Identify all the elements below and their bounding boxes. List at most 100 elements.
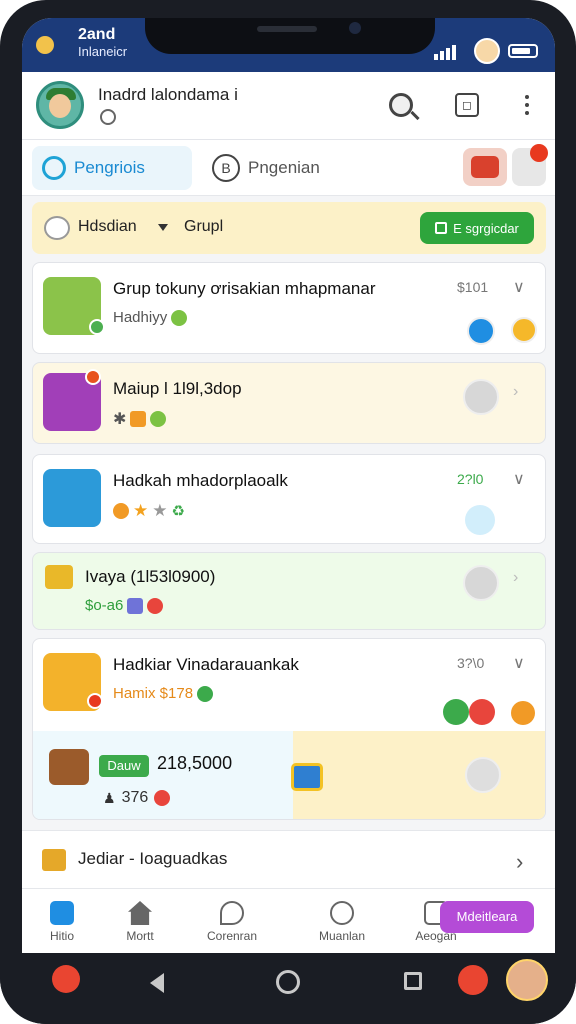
list-item-icons: ✱ (113, 409, 167, 429)
list-item-subtitle: Hadhiyy (113, 309, 188, 326)
list-item-title: Hadkah mhadorplaoalk (113, 471, 288, 490)
bottom-navigation: Hitio Mortt Corenran Muanlan Aeogan Mdei… (22, 888, 555, 953)
star-outline-icon: ✱ (113, 411, 127, 428)
status-avatar-icon (474, 38, 500, 64)
chevron-right-icon[interactable]: › (513, 569, 518, 587)
more-menu-button[interactable] (510, 88, 544, 122)
location-pin-icon[interactable] (52, 965, 80, 993)
record-icon[interactable] (469, 699, 495, 725)
subtitle-text: $o-a6 (85, 597, 124, 614)
coin-icon[interactable] (511, 317, 537, 343)
list-item-meta: 3?\0 (457, 655, 485, 671)
chevron-right-icon: › (516, 849, 524, 874)
avatar[interactable] (506, 959, 548, 1001)
filter-bar: Hdsdian Grupl E sgrgicdar (32, 202, 546, 254)
chevron-down-icon[interactable]: ∨ (513, 469, 525, 489)
reply-icon[interactable] (443, 699, 469, 725)
subtitle-text: Hamix $178 (113, 685, 194, 702)
nav-item-muanlan[interactable]: Muanlan (302, 895, 382, 943)
compose-button[interactable]: ◻ (450, 88, 484, 122)
frame-icon: ◻ (455, 93, 479, 117)
blue-gift-icon (291, 763, 323, 791)
chevron-down-icon[interactable]: ∨ (513, 653, 525, 673)
chevron-down-icon[interactable] (158, 224, 168, 231)
recent-apps-icon[interactable] (404, 972, 422, 990)
status-bar: 2and Inlaneicr (22, 18, 555, 72)
list-item[interactable]: Grup tokuny ơrisakian mhapmanar Hadhiyy … (32, 262, 546, 354)
list-item-title: Maiup l 1l9l,3dop (113, 379, 242, 398)
footer-link-row[interactable]: Jediar - Ioaguadkas › (22, 830, 555, 888)
primary-action-button[interactable]: Mdeitleara (440, 901, 534, 933)
person-icon: ♟ (103, 789, 116, 806)
location-pin-icon (42, 156, 66, 180)
play-toggle-button[interactable] (463, 565, 499, 601)
list-item[interactable]: Hadkah mhadorplaoalk ★ ★ ♻ 2?l0 ∨ (32, 454, 546, 544)
nav-label: Mortt (126, 929, 154, 943)
more-dots-icon (525, 95, 529, 115)
list-item-icons: ★ ★ ♻ (113, 501, 185, 521)
gift-box-icon[interactable] (463, 148, 507, 186)
nav-item-mortt[interactable]: Mortt (100, 895, 180, 943)
front-camera (349, 22, 361, 34)
avatar[interactable] (36, 81, 84, 129)
filter-dropdown[interactable]: Hdsdian (78, 218, 137, 236)
home-circle-icon[interactable] (276, 970, 300, 994)
gift-thumbnail (43, 469, 101, 527)
folder-icon (42, 849, 66, 871)
profile-name: Inadrd lalondama i (98, 85, 238, 104)
tab-label: Pengriois (74, 158, 145, 177)
nav-label: Corenran (206, 929, 258, 943)
hot-badge-icon (85, 369, 101, 385)
app-screen: 2and Inlaneicr Inadrd lalondama i ◻ Peng… (22, 18, 555, 953)
list-item-meta: $101 (457, 279, 489, 295)
flower-icon (44, 216, 70, 240)
amount-value: 218,5000 (157, 753, 233, 773)
shield-icon[interactable] (467, 317, 495, 345)
notification-icon[interactable] (458, 965, 488, 995)
tab-pengriois[interactable]: Pengriois (32, 146, 192, 190)
list-item-expanded[interactable]: Hadkiar Vinadarauankak Hamix $178 3?\0 ∨… (32, 638, 546, 820)
speaker-grille (257, 26, 317, 32)
play-toggle-button[interactable] (463, 379, 499, 415)
yellow-box-icon (43, 563, 77, 593)
back-icon[interactable] (150, 973, 164, 993)
list-item-title: Grup tokuny ơrisakian mhapmanar (113, 279, 376, 298)
red-dot-icon (147, 597, 164, 614)
list-item-subtitle: Hamix $178 (113, 685, 214, 702)
list-item[interactable]: Ivaya (1l53l0900) $o-a6 › (32, 552, 546, 630)
list-item[interactable]: Maiup l 1l9l,3dop ✱ › (32, 362, 546, 444)
count-value: 376 (121, 789, 149, 806)
camera-icon (50, 901, 74, 925)
person-icon (330, 901, 354, 925)
filter-group-label[interactable]: Grupl (184, 218, 223, 236)
recycle-icon: ♻ (171, 503, 185, 520)
nav-item-hitio[interactable]: Hitio (22, 895, 102, 943)
nav-label: Hitio (49, 929, 74, 943)
home-icon (128, 901, 152, 925)
search-icon (389, 93, 413, 117)
nav-label: Muanlan (318, 929, 366, 943)
status-subtext: Inlaneicr (78, 44, 128, 59)
refresh-icon[interactable] (465, 505, 495, 535)
search-button[interactable] (384, 88, 418, 122)
battery-icon (508, 44, 538, 58)
tab-pngenian[interactable]: B Pngenian (202, 146, 352, 190)
add-group-button[interactable]: E sgrgicdar (420, 212, 534, 244)
star-badge-icon[interactable] (511, 701, 535, 725)
play-toggle-button[interactable] (465, 757, 501, 793)
app-header: Inadrd lalondama i ◻ (22, 72, 555, 140)
phone-frame: 2and Inlaneicr Inadrd lalondama i ◻ Peng… (0, 0, 576, 1024)
count-row: ♟ 376 (103, 789, 171, 807)
subtitle-text: Hadhiyy (113, 309, 168, 326)
list-item-title: Hadkiar Vinadarauankak (113, 655, 299, 674)
chevron-down-icon[interactable]: ∨ (513, 277, 525, 297)
chat-bubble-icon (220, 901, 244, 925)
camera-notch (145, 18, 435, 54)
status-badge: Dauw (99, 755, 149, 777)
star-icon: ★ (152, 501, 168, 520)
footer-link-label: Jediar - Ioaguadkas (78, 849, 228, 868)
nav-item-corenran[interactable]: Corenran (192, 895, 272, 943)
treasure-chest-icon (49, 749, 89, 785)
film-reel-icon[interactable] (512, 144, 548, 186)
chevron-right-icon[interactable]: › (513, 383, 518, 401)
